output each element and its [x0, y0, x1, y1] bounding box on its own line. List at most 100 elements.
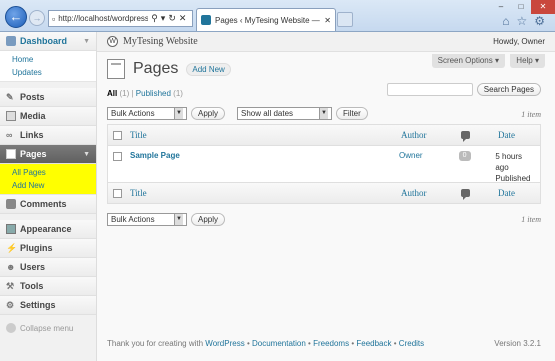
menu-pages[interactable]: Pages ▼ [0, 145, 96, 164]
favorites-star-icon[interactable]: ☆ [516, 14, 527, 28]
address-bar[interactable]: ▫ http://localhost/wordpress ⚲ ▾ ↻ ✕ [48, 10, 193, 27]
submenu-all-pages[interactable]: All Pages [12, 166, 96, 179]
column-comments-footer[interactable] [461, 189, 498, 200]
column-date-footer[interactable]: Date [498, 188, 515, 198]
menu-appearance[interactable]: Appearance [0, 220, 96, 239]
comment-count-badge[interactable]: 0 [458, 151, 471, 161]
new-tab-button[interactable] [337, 12, 353, 27]
plugin-icon: ⚡ [6, 243, 18, 253]
footer-links: Thank you for creating with WordPress • … [107, 339, 424, 348]
dates-select[interactable]: Show all dates ▼ [237, 107, 333, 120]
refresh-icon[interactable]: ↻ [168, 13, 176, 24]
status-filters: All (1) | Published (1) [107, 89, 183, 98]
footer-freedoms-link[interactable]: Freedoms [313, 339, 349, 348]
filter-all[interactable]: All [107, 89, 117, 98]
help-button[interactable]: Help ▾ [510, 54, 545, 68]
column-title[interactable]: Title [130, 130, 401, 140]
bulk-actions-select-bottom[interactable]: Bulk Actions ▼ [107, 213, 187, 226]
menu-dashboard[interactable]: Dashboard ▼ [0, 32, 96, 51]
add-new-button[interactable]: Add New [186, 62, 231, 76]
footer-wordpress-link[interactable]: WordPress [205, 339, 244, 348]
search-icon[interactable]: ⚲ [151, 13, 158, 24]
page-icon: ▫ [52, 13, 56, 24]
comment-bubble-icon [461, 131, 470, 142]
filter-button[interactable]: Filter [336, 107, 368, 120]
tab-close-icon[interactable]: ✕ [324, 16, 331, 25]
column-comments[interactable] [461, 131, 498, 142]
column-date[interactable]: Date [498, 130, 515, 140]
chevron-down-icon: ▼ [83, 150, 90, 158]
footer-credits-link[interactable]: Credits [399, 339, 424, 348]
search-input[interactable] [386, 83, 473, 96]
submenu-home[interactable]: Home [12, 53, 96, 66]
main-content: W MyTesing Website Howdy, Owner Screen O… [97, 32, 555, 361]
column-title-footer[interactable]: Title [130, 188, 401, 198]
stop-icon[interactable]: ✕ [179, 13, 187, 24]
menu-comments[interactable]: Comments [0, 195, 96, 214]
row-comments[interactable]: 0 [458, 151, 496, 161]
menu-tools[interactable]: ⚒ Tools [0, 277, 96, 296]
footer-sep: • [351, 339, 355, 348]
wordpress-favicon-icon [201, 15, 211, 25]
footer-documentation-link[interactable]: Documentation [252, 339, 306, 348]
screen-options-button[interactable]: Screen Options ▾ [431, 54, 505, 68]
chevron-down-icon: ▼ [174, 108, 183, 119]
table-footer: Title Author Date [108, 182, 540, 203]
minimize-icon[interactable]: – [491, 0, 511, 14]
select-all-checkbox[interactable] [113, 130, 122, 140]
page-title: Pages [133, 60, 179, 77]
submenu-add-new[interactable]: Add New [12, 179, 96, 192]
maximize-icon[interactable]: □ [511, 0, 531, 14]
menu-posts[interactable]: ✎ Posts [0, 88, 96, 107]
filter-published[interactable]: Published [136, 89, 171, 98]
browser-right-icons: ⌂ ☆ ⚙ [502, 14, 545, 28]
apply-button[interactable]: Apply [191, 107, 226, 120]
menu-links[interactable]: ∞ Links [0, 126, 96, 145]
footer-feedback-link[interactable]: Feedback [356, 339, 391, 348]
footer-sep: • [308, 339, 311, 348]
bulk-actions-value: Bulk Actions [111, 109, 155, 118]
address-url[interactable]: http://localhost/wordpress [58, 14, 148, 23]
collapse-label: Collapse menu [20, 323, 74, 333]
column-author[interactable]: Author [401, 130, 461, 140]
admin-sidebar: Dashboard ▼ Home Updates ✎ Posts Media ∞… [0, 32, 97, 361]
menu-comments-label: Comments [20, 199, 67, 209]
row-title-link[interactable]: Sample Page [130, 151, 399, 160]
search-pages-button[interactable]: Search Pages [476, 83, 541, 96]
menu-appearance-label: Appearance [20, 224, 72, 234]
forward-arrow-icon[interactable]: → [29, 10, 45, 26]
bulk-actions-select[interactable]: Bulk Actions ▼ [107, 107, 187, 120]
home-icon[interactable]: ⌂ [502, 14, 509, 28]
row-checkbox[interactable] [113, 152, 122, 161]
menu-media[interactable]: Media [0, 107, 96, 126]
select-all-checkbox-footer[interactable] [113, 188, 122, 198]
menu-plugins[interactable]: ⚡ Plugins [0, 239, 96, 258]
menu-media-label: Media [20, 111, 46, 121]
chevron-down-icon: ▼ [83, 37, 90, 45]
back-arrow-icon[interactable]: ← [5, 6, 27, 28]
howdy-owner[interactable]: Howdy, Owner [493, 37, 545, 46]
tools-gear-icon[interactable]: ⚙ [534, 14, 545, 28]
filter-all-count: (1) [119, 89, 130, 98]
items-count-top: 1 item [521, 110, 541, 119]
browser-toolbar: ← → ▫ http://localhost/wordpress ⚲ ▾ ↻ ✕… [0, 0, 555, 32]
dates-value: Show all dates [241, 109, 294, 118]
menu-posts-label: Posts [20, 92, 45, 102]
close-window-icon[interactable]: ✕ [531, 0, 555, 14]
apply-button-bottom[interactable]: Apply [191, 213, 226, 226]
column-author-footer[interactable]: Author [401, 188, 461, 198]
menu-links-label: Links [20, 130, 44, 140]
dropdown-icon[interactable]: ▾ [161, 13, 166, 24]
site-name[interactable]: MyTesing Website [123, 36, 198, 47]
dashboard-submenu: Home Updates [0, 51, 96, 82]
collapse-menu[interactable]: Collapse menu [0, 315, 96, 341]
menu-settings[interactable]: ⚙ Settings [0, 296, 96, 315]
footer-version: Version 3.2.1 [494, 339, 541, 348]
pages-submenu: All Pages Add New [0, 164, 96, 195]
submenu-updates[interactable]: Updates [12, 66, 96, 79]
tab-title: Pages ‹ MyTesing Website — WordPress [215, 15, 320, 25]
menu-users[interactable]: ☻ Users [0, 258, 96, 277]
row-date-line2: ago [495, 163, 509, 172]
browser-tab[interactable]: Pages ‹ MyTesing Website — WordPress ✕ [196, 8, 336, 31]
row-author[interactable]: Owner [399, 151, 459, 160]
